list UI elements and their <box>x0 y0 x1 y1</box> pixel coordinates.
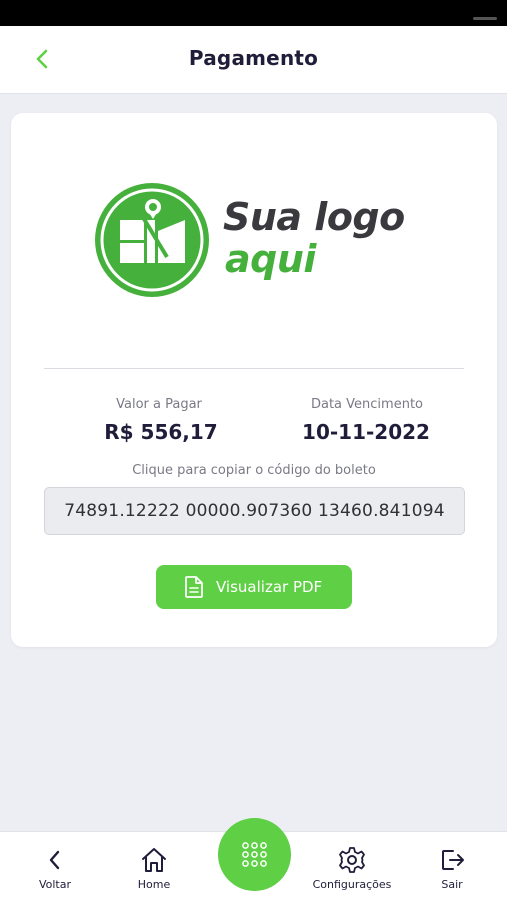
nav-back-label: Voltar <box>38 878 72 891</box>
nav-settings-label: Configurações <box>312 878 392 891</box>
menu-fab-button[interactable] <box>218 818 291 891</box>
logo-text-sub: aqui <box>225 237 316 281</box>
logo-text-main: Sua logo <box>223 195 405 239</box>
barcode-copy-field[interactable]: 74891.12222 00000.907360 13460.841094 <box>44 487 465 535</box>
payment-card: Sua logo aqui Valor a Pagar R$ 556,17 Da… <box>11 113 497 647</box>
grid-dots-icon <box>242 842 267 867</box>
logout-icon <box>442 850 464 870</box>
nav-home[interactable]: Home <box>109 846 199 891</box>
amount-value: R$ 556,17 <box>104 420 218 444</box>
due-date-label: Data Vencimento <box>310 397 423 412</box>
nav-home-label: Home <box>137 878 171 891</box>
copy-hint: Clique para copiar o código do boleto <box>132 463 376 478</box>
document-icon <box>185 576 203 598</box>
chevron-left-icon <box>49 850 60 870</box>
nav-logout[interactable]: Sair <box>407 846 497 891</box>
nav-logout-label: Sair <box>441 878 463 891</box>
gear-icon <box>339 847 365 873</box>
home-icon <box>142 848 166 872</box>
due-date-value: 10-11-2022 <box>302 420 430 444</box>
nav-settings[interactable]: Configurações <box>307 846 397 891</box>
view-pdf-label: Visualizar PDF <box>216 578 323 596</box>
page-title: Pagamento <box>188 46 319 70</box>
nav-back[interactable]: Voltar <box>10 846 100 891</box>
view-pdf-button[interactable]: Visualizar PDF <box>156 565 352 609</box>
app-header: Pagamento <box>0 26 507 94</box>
status-bar <box>0 0 507 26</box>
home-indicator <box>473 17 497 20</box>
divider <box>44 368 464 369</box>
amount-label: Valor a Pagar <box>116 397 202 412</box>
